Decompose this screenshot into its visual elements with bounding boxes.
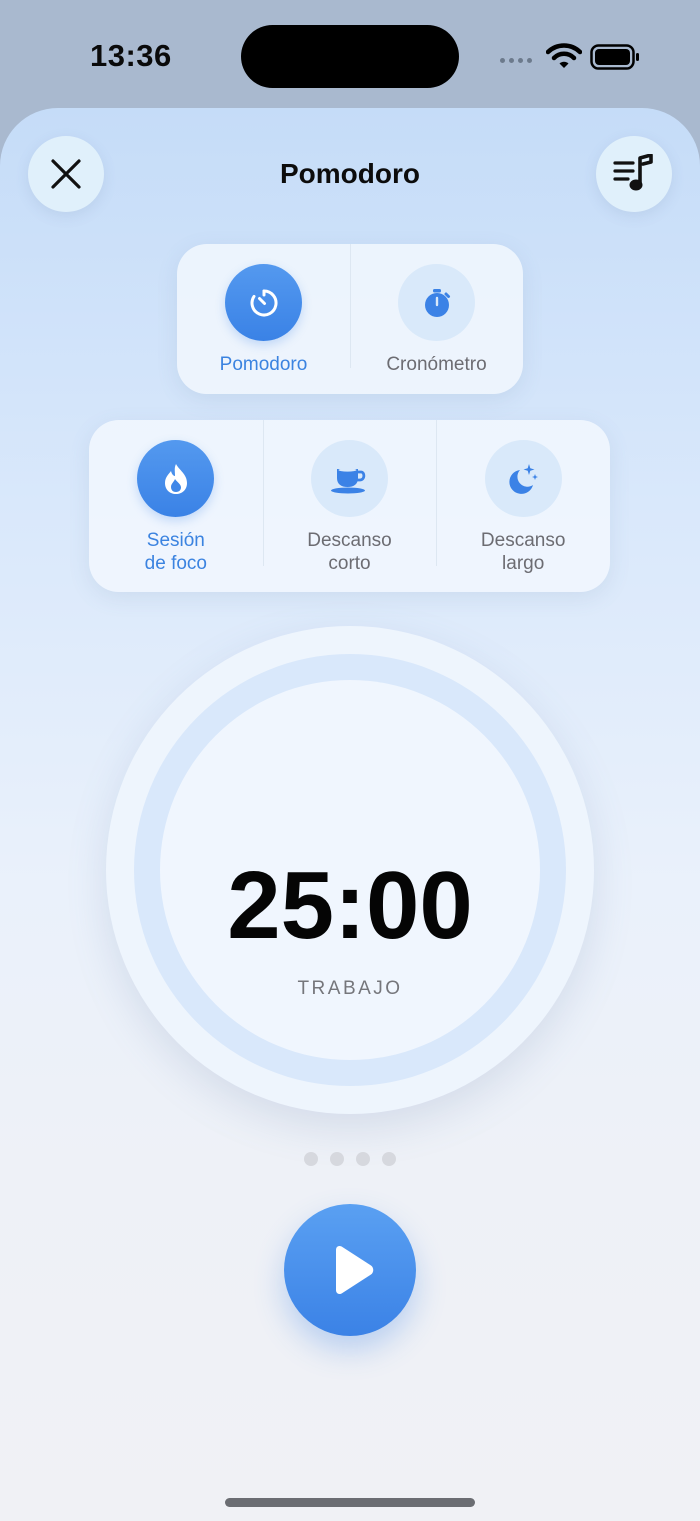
timer-face: 25:00 TRABAJO	[160, 680, 540, 1060]
play-button[interactable]	[284, 1204, 416, 1336]
phase-option-label: Descanso largo	[480, 530, 566, 574]
session-dot	[304, 1152, 318, 1166]
phase-option-label: Sesión de foco	[144, 530, 207, 574]
battery-icon	[590, 44, 639, 70]
timer-dial: 25:00 TRABAJO	[106, 626, 594, 1114]
mode-option-pomodoro[interactable]: Pomodoro	[177, 244, 350, 394]
session-dot	[382, 1152, 396, 1166]
status-bar: 13:36	[0, 0, 700, 108]
phase-option-label: Descanso corto	[307, 530, 392, 574]
status-time: 13:36	[90, 38, 172, 73]
play-icon	[336, 1246, 374, 1294]
pomodoro-sheet: Pomodoro Pomodoro Cronómetro Sesión de f…	[0, 108, 700, 1521]
phase-option-short-break[interactable]: Descanso corto	[262, 420, 437, 592]
timer-phase-label: TRABAJO	[297, 978, 403, 999]
music-playlist-button[interactable]	[596, 136, 672, 212]
progress-ring: 25:00 TRABAJO	[134, 654, 566, 1086]
flame-icon	[164, 463, 187, 494]
wifi-icon	[546, 43, 582, 68]
coffee-cup-icon-badge	[311, 440, 388, 517]
timer-icon	[250, 289, 278, 316]
mode-selector: Pomodoro Cronómetro	[177, 244, 523, 394]
phase-option-focus[interactable]: Sesión de foco	[89, 420, 263, 592]
stopwatch-icon-badge	[398, 264, 475, 341]
stopwatch-icon	[424, 288, 450, 317]
moon-stars-icon-badge	[484, 440, 562, 517]
session-progress-dots	[304, 1152, 396, 1166]
coffee-cup-icon	[330, 467, 365, 493]
music-list-icon	[613, 154, 653, 191]
dynamic-island	[241, 25, 459, 88]
page-title: Pomodoro	[280, 158, 420, 189]
flame-icon-badge	[137, 440, 215, 517]
mode-option-cronometro[interactable]: Cronómetro	[350, 244, 523, 394]
mode-option-label: Pomodoro	[219, 354, 308, 375]
mode-option-label: Cronómetro	[386, 354, 487, 375]
phase-option-long-break[interactable]: Descanso largo	[436, 420, 610, 592]
session-dot	[330, 1152, 344, 1166]
moon-stars-icon	[509, 463, 539, 494]
phase-selector: Sesión de foco Descanso corto Descanso l…	[89, 420, 610, 592]
timer-countdown: 25:00	[227, 852, 473, 959]
home-indicator[interactable]	[225, 1498, 475, 1507]
session-dot	[356, 1152, 370, 1166]
timer-icon-badge	[225, 264, 302, 341]
cellular-signal-icon	[500, 58, 532, 63]
